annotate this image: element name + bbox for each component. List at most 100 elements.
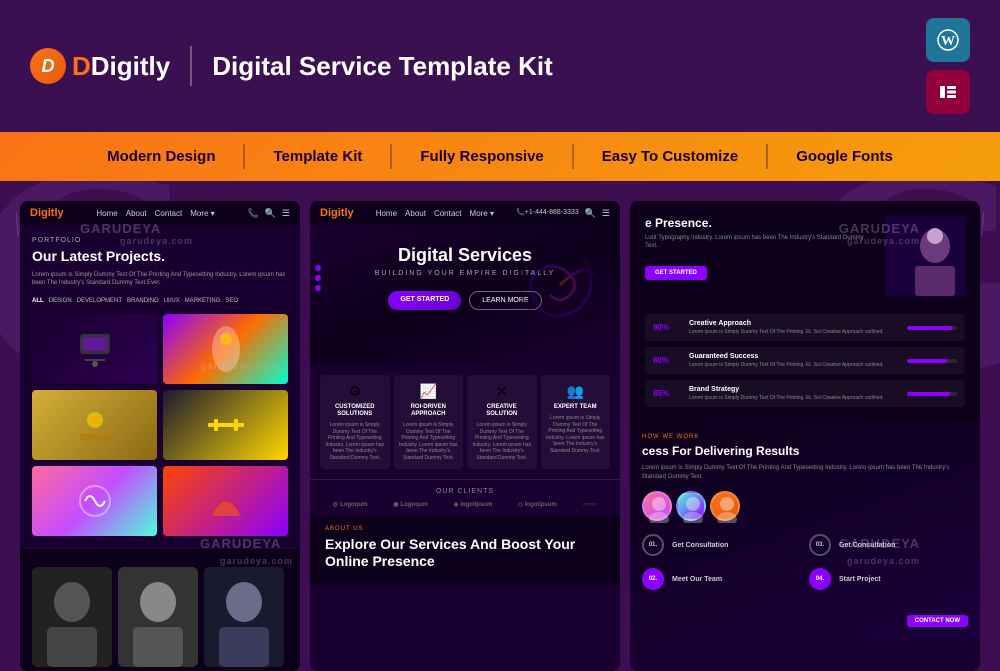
service-card-2: 📈 ROI-DRIVEN APPROACH Lorem ipsum is Sim… [394,375,464,469]
step-label-1: Get Consultation [672,542,728,549]
logo: D DDigitly [30,48,170,84]
step-circle-2: 02. [642,568,664,590]
wordpress-icon: W [926,18,970,62]
person-img-1 [32,567,112,667]
panel-nav-right: 📞 🔍 ☰ [247,208,290,219]
stat-desc-1: Lorem ipsum is Simply Dummy Text Of The … [689,329,899,335]
filter-dev[interactable]: DEVELOPMENT [77,298,122,304]
cnav-about: About [405,209,426,218]
presence-title: e Presence. [645,216,877,230]
badge-easy-customize: Easy To Customize [574,144,768,169]
header-divider [190,46,192,86]
panel-left: Digitly Home About Contact More ▾ 📞 🔍 ☰ … [20,201,300,671]
process-steps: 01. Get Consultation 02. Meet Our Team 0… [642,521,968,601]
step-2: 02. Meet Our Team [642,568,801,590]
process-desc: Lorem ipsum is Simply Dummy Text Of The … [642,464,968,481]
presence-text-area: e Presence. Lout Typography industry. Lo… [645,216,877,304]
contact-btn[interactable]: CONTACT NOW [907,615,968,627]
person-img-3 [204,567,284,667]
nav-more: More ▾ [190,209,214,218]
filter-tags: ALL DESIGN DEVELOPMENT BRANDING UI/UX MA… [32,298,288,304]
filter-marketing[interactable]: MARKETING [185,298,221,304]
portfolio-desc: Lorem ipsum is Simply Dummy Text Of The … [32,271,288,288]
stat-info-3: Brand Strategy Lorem ipsum is Simply Dum… [689,386,899,401]
social-dot-1 [315,265,321,271]
service-desc-1: Lorem ipsum is Simply Dummy Text Of The … [325,422,385,461]
nav-home: Home [96,209,117,218]
stat-percent-1: 90% [653,323,681,332]
step-label-3: Get Consultation [839,542,895,549]
service-card-4: 👥 EXPERT TEAM Lorem ipsum is Simply Dumm… [541,375,611,469]
step-label-4: Start Project [839,576,881,583]
service-icon-3: ✕ [472,383,532,400]
panel-nav-left: Digitly Home About Contact More ▾ 📞 🔍 ☰ [20,201,300,225]
service-card-1: ⚙ CUSTOMIZED SOLUTIONS Lorem ipsum is Si… [320,375,390,469]
process-title: cess For Delivering Results [642,444,968,458]
step-label-2: Meet Our Team [672,576,722,583]
service-icon-1: ⚙ [325,383,385,400]
badge-google-fonts: Google Fonts [768,144,921,169]
logo-icon: D [30,48,66,84]
clients-label: OUR CLIENTS [320,488,610,495]
cnav-menu: ☰ [602,208,610,219]
nav-search: 🔍 [265,208,276,219]
service-card-3: ✕ CREATIVE SOLUTION Lorem ipsum is Simpl… [467,375,537,469]
stat-title-3: Brand Strategy [689,386,899,393]
steps-col-2: 03. Get Consultation 04. Start Project [809,534,968,596]
client-2: ◉Logoqum [393,501,428,508]
service-title-2: ROI-DRIVEN APPROACH [399,404,459,418]
steps-row: 01. Get Consultation 02. Meet Our Team 0… [642,534,968,596]
filter-branding[interactable]: BRANDING [127,298,159,304]
presence-top: e Presence. Lout Typography industry. Lo… [645,216,965,304]
cnav-search: 🔍 [585,208,596,219]
stat-title-2: Guaranteed Success [689,353,899,360]
explore-section: ABOUT US Explore Our Services And Boost … [310,516,620,584]
header-icons: W [926,18,970,114]
step-3: 03. Get Consultation [809,534,968,556]
step-4: 04. Start Project [809,568,968,590]
service-title-3: CREATIVE SOLUTION [472,404,532,418]
client-3: ◈logolipsum [454,501,493,508]
step-circle-4: 04. [809,568,831,590]
service-icon-2: 📈 [399,383,459,400]
stat-item-2: 80% Guaranteed Success Lorem ipsum is Si… [645,347,965,374]
step-circle-3: 03. [809,534,831,556]
filter-seo[interactable]: SEO [225,298,238,304]
get-started-btn[interactable]: GET STARTED [645,266,707,280]
panel-left-bottom: Professionals. Lorem ipsum is Simply Dum… [20,548,300,671]
client-1: ◎Logoqum [333,501,368,508]
filter-all[interactable]: ALL [32,298,44,304]
panel-right: e Presence. Lout Typography industry. Lo… [630,201,980,671]
process-section: HOW WE WORK cess For Delivering Results … [630,422,980,639]
contact-area: CONTACT NOW [642,609,968,627]
person-images [32,567,288,667]
stat-bar-1 [907,326,957,330]
nav-phone: 📞 [247,208,258,219]
center-nav-links: Home About Contact More ▾ [376,209,494,218]
panel-left-content: PORTFOLIO Our Latest Projects. Lorem ips… [20,225,300,548]
stat-percent-2: 80% [653,356,681,365]
cnav-contact: Contact [434,209,462,218]
header-title: Digital Service Template Kit [212,51,553,82]
presence-section: e Presence. Lout Typography industry. Lo… [630,201,980,422]
stat-title-1: Creative Approach [689,320,899,327]
service-title-1: CUSTOMIZED SOLUTIONS [325,404,385,418]
cnav-phone: 📞+1-444-888-3333 [516,208,579,219]
badge-template-kit: Template Kit [245,144,392,169]
svg-text:W: W [941,34,955,49]
social-dot-3 [315,285,321,291]
header-left: D DDigitly Digital Service Template Kit [30,46,553,86]
btn-get-started[interactable]: GET STARTED [388,291,461,310]
profile-pic-2 [676,491,706,521]
header: D DDigitly Digital Service Template Kit … [0,0,1000,132]
stat-bar-2 [907,359,957,363]
portfolio-label: PORTFOLIO [32,237,288,244]
filter-uiux[interactable]: UI/UX [164,298,180,304]
badges-bar: Modern Design Template Kit Fully Respons… [0,132,1000,181]
hero-spiral [510,235,610,335]
filter-design[interactable]: DESIGN [49,298,72,304]
panel-nav-links: Home About Contact More ▾ [96,209,214,218]
badge-fully-responsive: Fully Responsive [392,144,573,169]
presence-img-area [885,216,965,304]
stat-percent-3: 85% [653,389,681,398]
